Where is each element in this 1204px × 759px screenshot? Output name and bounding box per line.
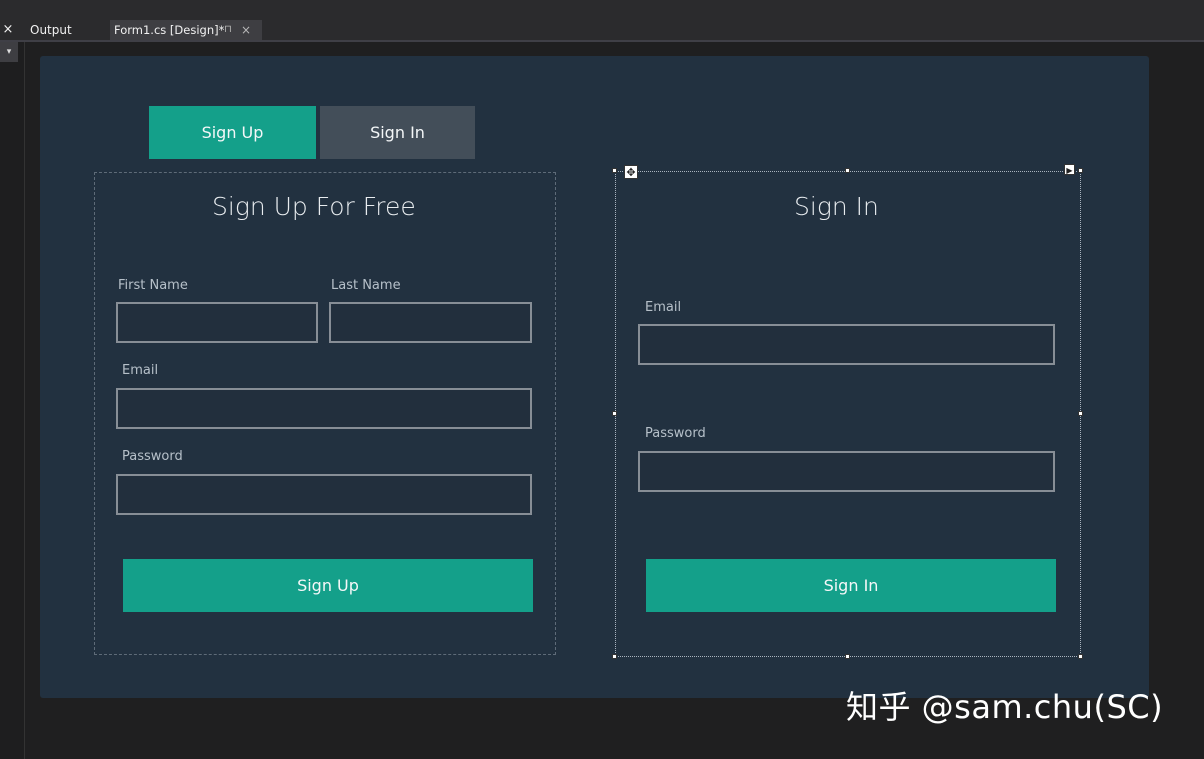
first-name-field[interactable] xyxy=(116,302,318,343)
last-name-label: Last Name xyxy=(331,278,401,293)
sign-up-password-field[interactable] xyxy=(116,474,532,515)
resize-handle-top-left[interactable] xyxy=(612,168,617,173)
close-tab-icon[interactable]: × xyxy=(241,20,251,40)
close-panel-icon[interactable]: × xyxy=(0,20,16,40)
pin-tab-icon[interactable]: ⊓ xyxy=(224,20,232,40)
sign-in-submit-button[interactable]: Sign In xyxy=(646,559,1056,612)
watermark: 知乎 @sam.chu(SC) xyxy=(846,688,1164,726)
last-name-field[interactable] xyxy=(329,302,532,343)
tab-form1-design-label: Form1.cs [Design]* xyxy=(114,23,225,37)
sign-in-heading: Sign In xyxy=(794,192,879,221)
sign-up-email-field[interactable] xyxy=(116,388,532,429)
sign-in-password-field[interactable] xyxy=(638,451,1055,492)
first-name-label: First Name xyxy=(118,278,188,293)
chevron-down-icon[interactable]: ▾ xyxy=(0,42,18,62)
resize-handle-top-right[interactable] xyxy=(1078,168,1083,173)
sign-in-email-field[interactable] xyxy=(638,324,1055,365)
document-tab-strip: × Output Form1.cs [Design]* ⊓ × xyxy=(0,20,1204,42)
resize-handle-right[interactable] xyxy=(1078,411,1083,416)
tab-form1-design[interactable]: Form1.cs [Design]* ⊓ × xyxy=(110,20,262,40)
resize-handle-bottom-right[interactable] xyxy=(1078,654,1083,659)
sign-up-password-label: Password xyxy=(122,449,183,464)
resize-handle-top[interactable] xyxy=(845,168,850,173)
move-handle-icon[interactable]: ✥ xyxy=(624,165,638,179)
sign-in-password-label: Password xyxy=(645,426,706,441)
left-toolbox-gutter: ▾ xyxy=(0,42,25,759)
resize-handle-left[interactable] xyxy=(612,411,617,416)
sign-up-email-label: Email xyxy=(122,363,159,378)
resize-handle-bottom[interactable] xyxy=(845,654,850,659)
tab-output[interactable]: Output xyxy=(22,20,110,40)
sign-in-tab-button[interactable]: Sign In xyxy=(320,106,475,159)
sign-up-heading: Sign Up For Free xyxy=(212,192,416,221)
ide-top-bar xyxy=(0,0,1204,20)
sign-up-tab-button[interactable]: Sign Up xyxy=(149,106,316,159)
smart-tag-icon[interactable]: ▶ xyxy=(1064,164,1075,175)
sign-up-submit-button[interactable]: Sign Up xyxy=(123,559,533,612)
sign-in-email-label: Email xyxy=(645,300,682,315)
resize-handle-bottom-left[interactable] xyxy=(612,654,617,659)
